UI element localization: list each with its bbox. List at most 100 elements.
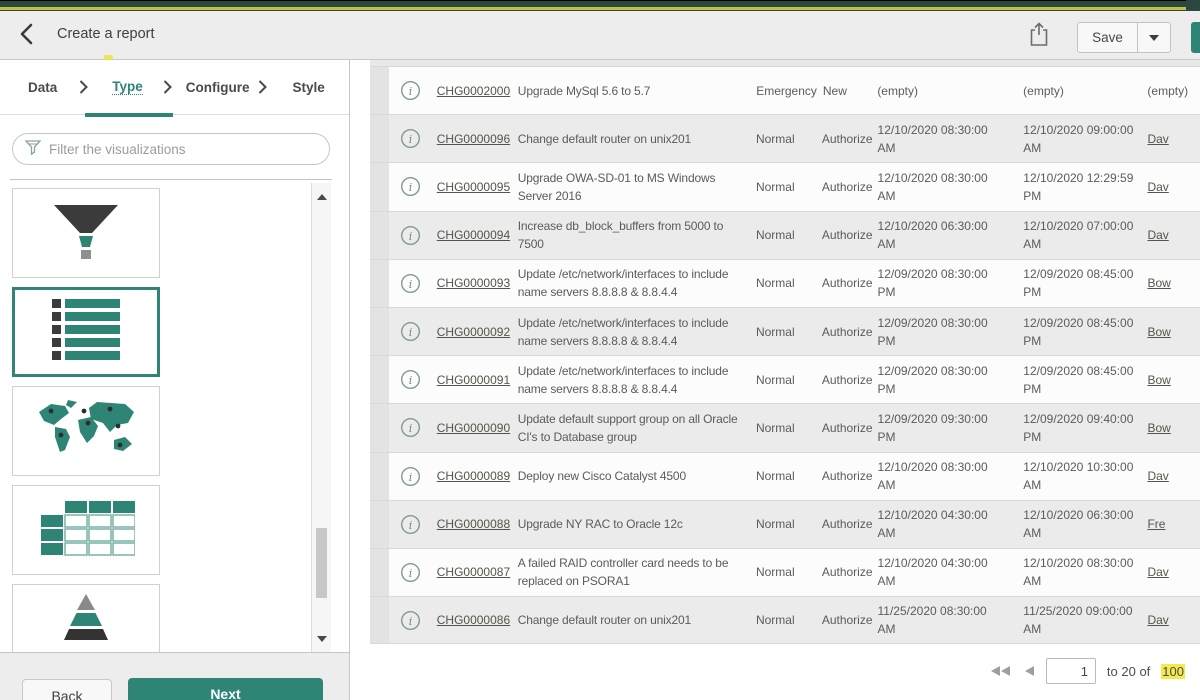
assignee-link[interactable]: Dav bbox=[1147, 563, 1168, 581]
info-icon[interactable]: i bbox=[400, 128, 421, 149]
cell-start-date: 12/10/2020 08:30:00 AM bbox=[873, 115, 1016, 162]
record-link[interactable]: CHG0000089 bbox=[437, 467, 510, 485]
assignee-link[interactable]: Bow bbox=[1147, 419, 1170, 437]
cell-state: Authorize bbox=[816, 212, 873, 259]
assignee-link[interactable]: Dav bbox=[1147, 226, 1168, 244]
assignee-link[interactable]: Dav bbox=[1147, 130, 1168, 148]
assignee-link[interactable]: Fre bbox=[1147, 515, 1165, 533]
row-gutter bbox=[370, 404, 389, 451]
info-icon[interactable]: i bbox=[400, 321, 421, 342]
cell-state: Authorize bbox=[816, 549, 873, 596]
cell-assignee: Dav bbox=[1147, 597, 1200, 643]
record-link[interactable]: CHG0000093 bbox=[437, 274, 510, 292]
step-configure[interactable]: Configure bbox=[186, 80, 250, 95]
save-button[interactable]: Save bbox=[1077, 22, 1138, 53]
viz-card-funnel[interactable] bbox=[12, 188, 160, 278]
row-gutter bbox=[370, 356, 389, 403]
cell-priority: Normal bbox=[746, 163, 816, 210]
info-icon[interactable]: i bbox=[400, 369, 421, 390]
viz-card-grid[interactable] bbox=[12, 485, 160, 575]
scroll-up-icon[interactable] bbox=[316, 188, 328, 206]
cell-description: Change default router on unix201 bbox=[513, 115, 746, 162]
info-icon[interactable]: i bbox=[400, 225, 421, 246]
svg-text:i: i bbox=[409, 133, 413, 146]
record-link[interactable]: CHG0000096 bbox=[437, 130, 510, 148]
save-dropdown-button[interactable] bbox=[1138, 22, 1171, 53]
record-link[interactable]: CHG0000092 bbox=[437, 323, 510, 341]
viz-card-list[interactable] bbox=[12, 287, 160, 377]
cell-description: Deploy new Cisco Catalyst 4500 bbox=[513, 453, 746, 500]
record-link[interactable]: CHG0000088 bbox=[437, 515, 510, 533]
info-icon[interactable]: i bbox=[400, 514, 421, 535]
app-top-banner bbox=[0, 0, 1200, 11]
table-row: i CHG0000090Update default support group … bbox=[370, 403, 1200, 451]
record-link[interactable]: CHG0000094 bbox=[437, 226, 510, 244]
cell-assignee: Bow bbox=[1147, 308, 1200, 355]
next-button[interactable]: Next bbox=[128, 678, 323, 700]
back-button[interactable]: Back bbox=[22, 679, 112, 700]
cell-assignee: Bow bbox=[1147, 356, 1200, 403]
assignee-link[interactable]: Dav bbox=[1147, 178, 1168, 196]
info-icon[interactable]: i bbox=[400, 562, 421, 583]
table-row: i CHG0000096Change default router on unix… bbox=[370, 114, 1200, 162]
cell-assignee: Dav bbox=[1147, 453, 1200, 500]
step-data[interactable]: Data bbox=[28, 80, 57, 95]
clipped-primary-button[interactable] bbox=[1191, 22, 1200, 53]
table-row: iCHG0000094Increase db_block_buffers fro… bbox=[370, 211, 1200, 259]
svg-text:i: i bbox=[409, 470, 413, 483]
info-icon[interactable]: i bbox=[400, 273, 421, 294]
back-chevron-icon[interactable] bbox=[18, 22, 42, 48]
assignee-link[interactable]: Dav bbox=[1147, 467, 1168, 485]
assignee-link[interactable]: Bow bbox=[1147, 274, 1170, 292]
record-link[interactable]: CHG0000095 bbox=[437, 178, 510, 196]
wizard-breadcrumb: Data Type Configure Style bbox=[0, 60, 349, 115]
chevron-right-icon bbox=[258, 80, 267, 94]
record-link[interactable]: CHG0000090 bbox=[437, 419, 510, 437]
previous-page-icon[interactable] bbox=[1023, 665, 1035, 677]
funnel-chart-icon bbox=[44, 199, 128, 268]
cell-description: Upgrade NY RAC to Oracle 12c bbox=[513, 501, 746, 548]
table-row: iCHG0000095Upgrade OWA-SD-01 to MS Windo… bbox=[370, 162, 1200, 210]
assignee-link[interactable]: Bow bbox=[1147, 323, 1170, 341]
header-bar: Create a report Save bbox=[0, 11, 1200, 60]
row-gutter bbox=[370, 597, 389, 643]
share-icon[interactable] bbox=[1028, 21, 1052, 49]
first-page-icon[interactable] bbox=[990, 665, 1012, 677]
cell-description: Update default support group on all Orac… bbox=[513, 404, 746, 451]
filter-visualizations-input[interactable] bbox=[49, 142, 299, 157]
record-link[interactable]: CHG0000087 bbox=[437, 563, 510, 581]
info-icon[interactable]: i bbox=[400, 176, 421, 197]
page-title: Create a report bbox=[57, 26, 155, 42]
scrollbar-thumb[interactable] bbox=[316, 528, 327, 598]
viz-scrollbar[interactable] bbox=[311, 183, 331, 652]
assignee-link[interactable]: Bow bbox=[1147, 371, 1170, 389]
info-icon[interactable]: i bbox=[400, 610, 421, 631]
cell-assignee: Dav bbox=[1147, 212, 1200, 259]
pagination-bar: to 20 of 100 bbox=[990, 657, 1185, 685]
pagination-total: 100 bbox=[1161, 664, 1185, 679]
viz-card-pyramid[interactable] bbox=[12, 584, 160, 652]
cell-start-date: 12/09/2020 08:30:00 PM bbox=[873, 308, 1016, 355]
report-preview-table: iCHG0002000Upgrade MySql 5.6 to 5.7Emerg… bbox=[370, 60, 1200, 644]
cell-priority: Normal bbox=[746, 212, 816, 259]
viz-card-map[interactable] bbox=[12, 386, 160, 476]
info-icon[interactable]: i bbox=[400, 466, 421, 487]
page-number-input[interactable] bbox=[1046, 658, 1096, 684]
cell-start-date: 12/10/2020 08:30:00 AM bbox=[873, 163, 1016, 210]
cell-start-date: 12/09/2020 08:30:00 PM bbox=[873, 356, 1016, 403]
record-link[interactable]: CHG0000086 bbox=[437, 611, 510, 629]
scroll-down-icon[interactable] bbox=[316, 630, 328, 648]
cell-start-date: 12/10/2020 08:30:00 AM bbox=[873, 453, 1016, 500]
cell-description: Update /etc/network/interfaces to includ… bbox=[513, 308, 746, 355]
cell-end-date: 12/09/2020 09:40:00 PM bbox=[1015, 404, 1147, 451]
info-icon[interactable]: i bbox=[400, 80, 421, 101]
cell-end-date: 12/10/2020 10:30:00 AM bbox=[1015, 453, 1147, 500]
info-icon[interactable]: i bbox=[400, 417, 421, 438]
assignee-link[interactable]: Dav bbox=[1147, 611, 1168, 629]
step-type[interactable]: Type bbox=[112, 79, 143, 95]
cell-start-date: 12/09/2020 08:30:00 PM bbox=[873, 260, 1016, 307]
cell-start-date: (empty) bbox=[872, 67, 1015, 114]
record-link[interactable]: CHG0000091 bbox=[437, 371, 510, 389]
record-link[interactable]: CHG0002000 bbox=[437, 82, 510, 100]
step-style[interactable]: Style bbox=[293, 80, 325, 95]
